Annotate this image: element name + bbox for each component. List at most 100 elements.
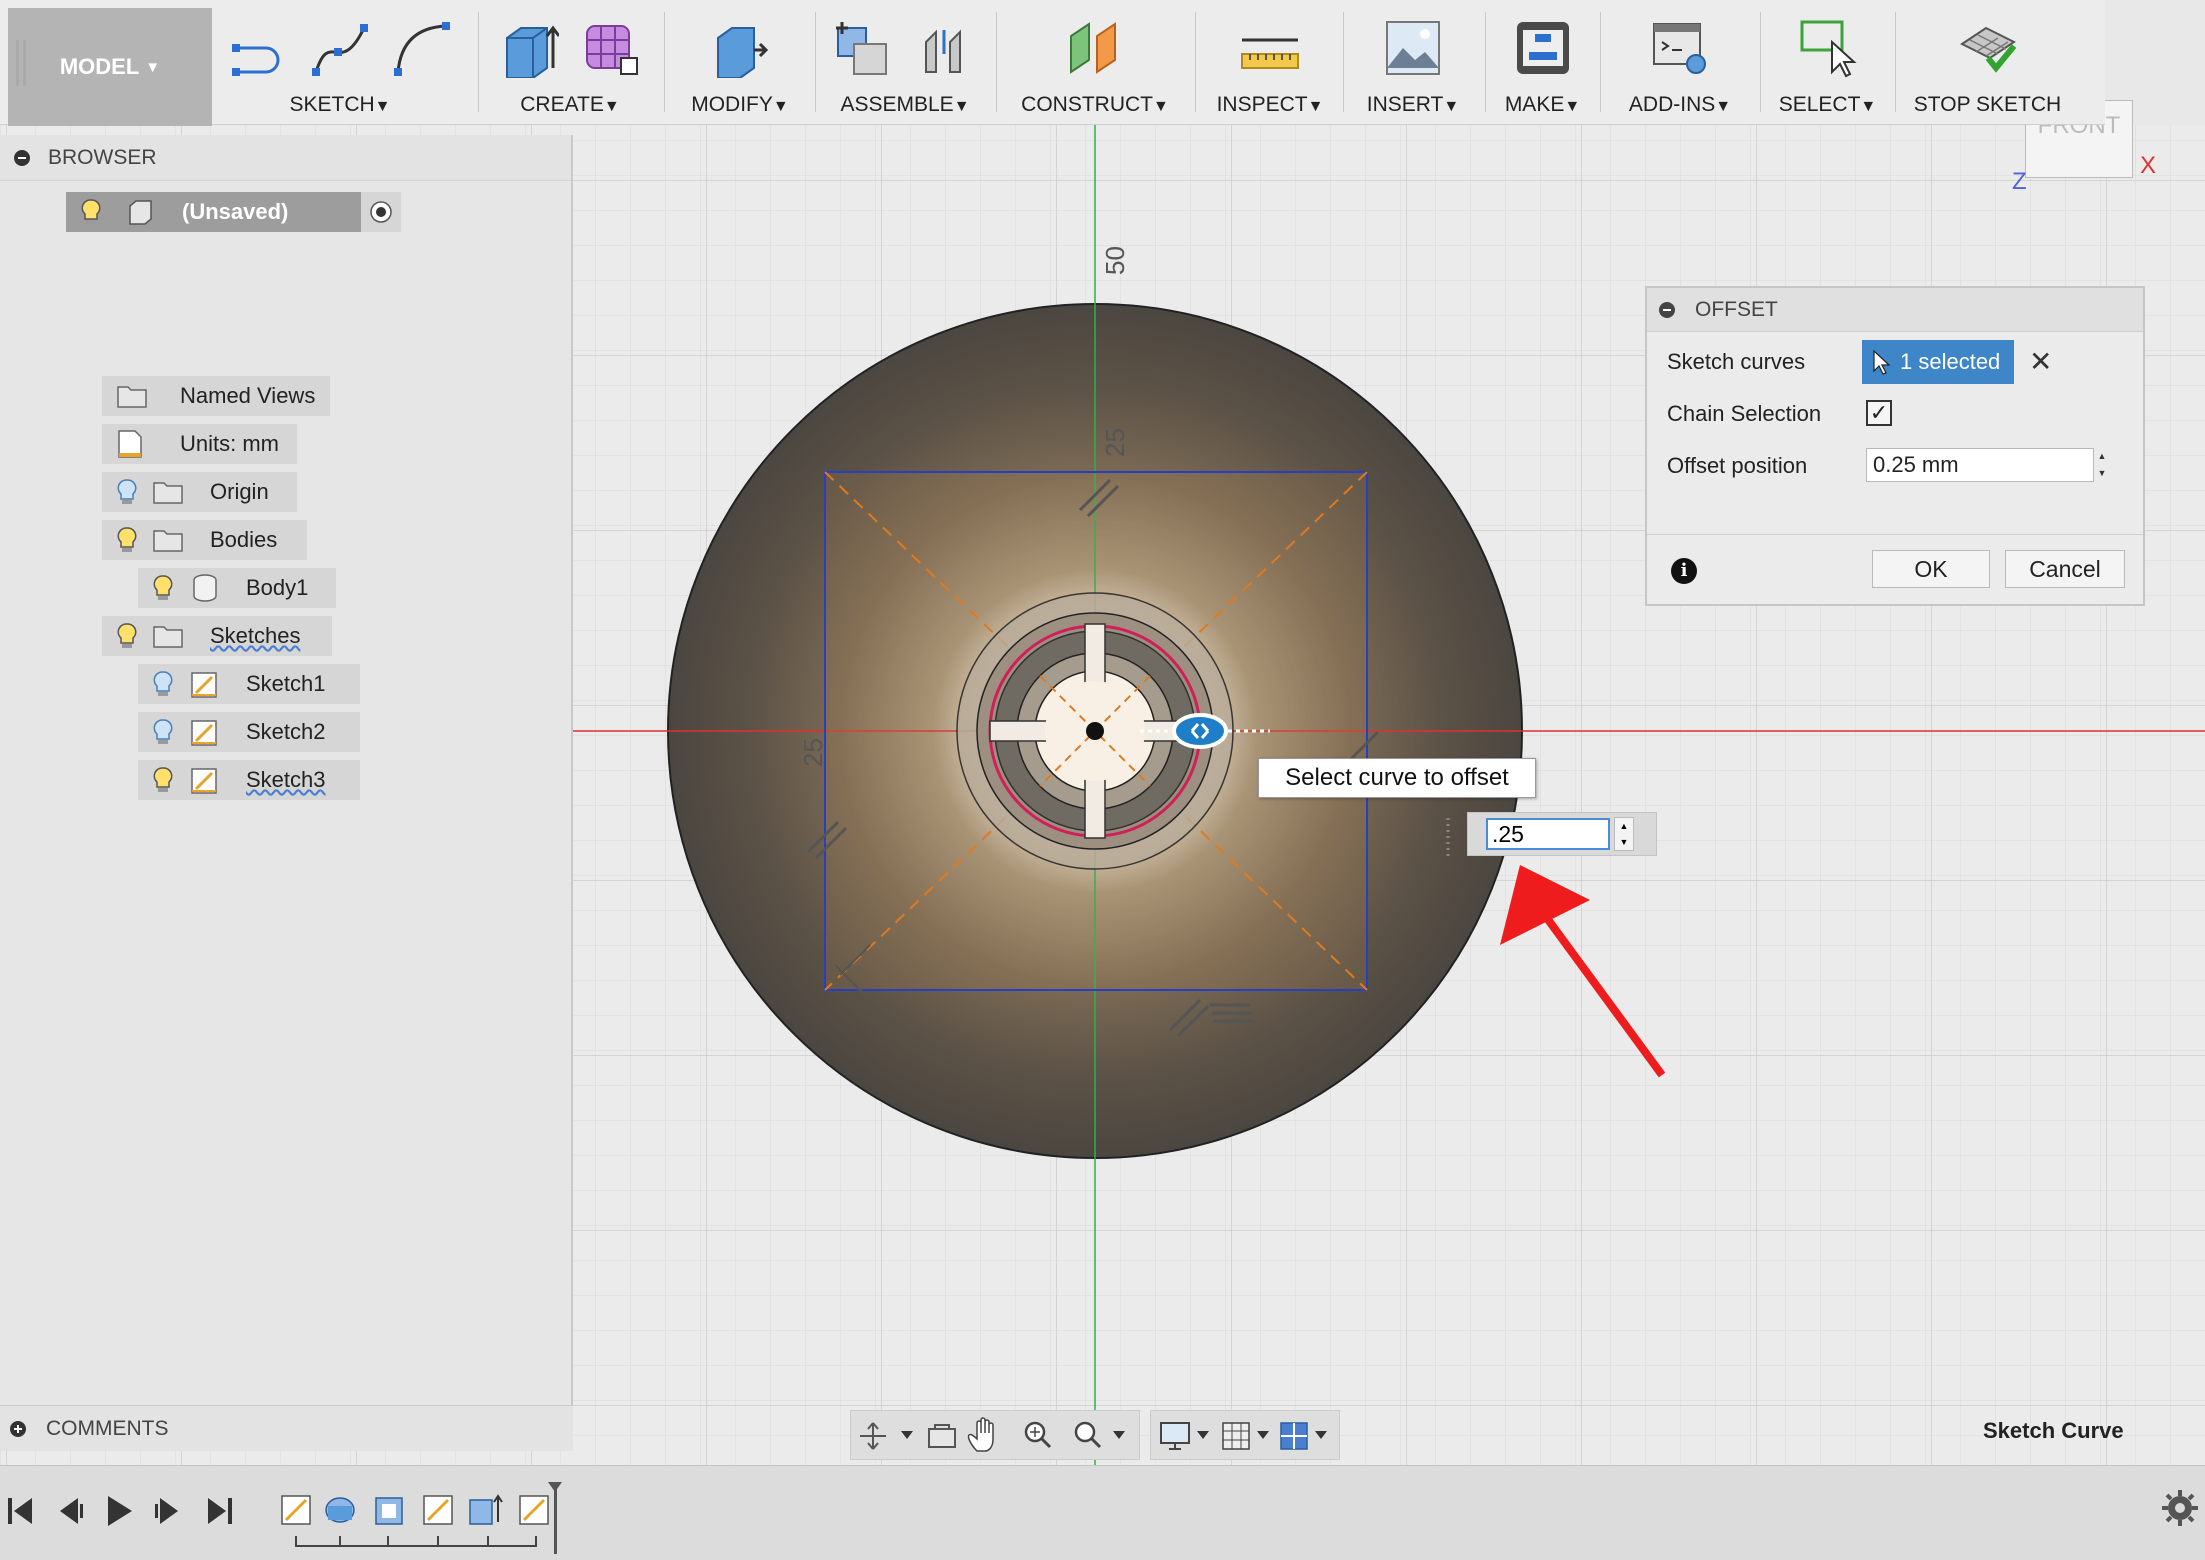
insert-image-icon[interactable] <box>1383 18 1443 78</box>
timeline-bar <box>0 1465 2205 1560</box>
zoom-icon[interactable] <box>1024 1421 1052 1449</box>
viewcube-axis-x: X <box>2140 152 2157 179</box>
offset-position-input[interactable]: 0.25 mm <box>1866 448 2094 482</box>
collapse-icon[interactable] <box>14 149 30 166</box>
pan-hand-icon[interactable] <box>967 1417 994 1452</box>
radio-active-icon[interactable] <box>369 200 393 224</box>
toolbar-inspect[interactable]: INSPECT▼ <box>1200 0 1340 125</box>
sketch-icon <box>191 720 217 746</box>
offset-drag-handle[interactable] <box>1172 713 1228 749</box>
browser-item-sketch2[interactable]: Sketch2 <box>138 712 360 752</box>
scripts-icon[interactable] <box>1650 18 1710 78</box>
lightbulb-icon[interactable] <box>116 621 138 651</box>
lightbulb-icon[interactable] <box>152 717 174 747</box>
expand-comments-icon[interactable] <box>10 1420 26 1437</box>
window-select-icon[interactable] <box>1798 18 1858 78</box>
sketch-curves-selection-button[interactable]: 1 selected <box>1862 340 2014 384</box>
orbit-icon[interactable] <box>860 1422 913 1450</box>
viewcube-axis-z: Z <box>2012 168 2027 195</box>
offset-position-spinner[interactable]: ▲ ▼ <box>2094 448 2110 482</box>
lightbulb-icon[interactable] <box>80 197 102 227</box>
toolbar-add-ins[interactable]: ADD-INS▼ <box>1605 0 1755 125</box>
info-icon[interactable]: i <box>1671 558 1697 584</box>
sketch-icon <box>191 672 217 698</box>
browser-header[interactable]: BROWSER <box>0 135 571 181</box>
timeline-extrude-icon[interactable] <box>469 1494 503 1525</box>
toolbar-create[interactable]: CREATE▼ <box>485 0 655 125</box>
line-tool-icon[interactable] <box>228 18 288 78</box>
lightbulb-icon[interactable] <box>152 765 174 795</box>
toolbar-insert[interactable]: INSERT▼ <box>1348 0 1478 125</box>
spline-tool-icon[interactable] <box>310 18 370 78</box>
timeline-shell-icon[interactable] <box>375 1497 403 1525</box>
browser-item-origin[interactable]: Origin <box>102 472 297 512</box>
grid-settings-icon[interactable] <box>1222 1422 1269 1450</box>
look-at-icon[interactable] <box>928 1424 956 1448</box>
timeline-marker[interactable] <box>548 1482 562 1554</box>
offset-dialog-header[interactable]: OFFSET <box>1647 288 2143 332</box>
select-curve-tooltip: Select curve to offset <box>1258 758 1536 798</box>
timeline-sketch2-icon[interactable] <box>423 1495 453 1525</box>
browser-item-sketch1[interactable]: Sketch1 <box>138 664 360 704</box>
offset-plane-icon[interactable] <box>1065 18 1125 78</box>
timeline-sketch3-icon[interactable] <box>519 1495 549 1525</box>
joint-icon[interactable] <box>916 18 976 78</box>
display-settings-icon[interactable] <box>1160 1422 1209 1450</box>
ruler-label-top-50: 50 <box>1100 246 1130 275</box>
3d-print-icon[interactable] <box>1513 18 1573 78</box>
lightbulb-icon[interactable] <box>152 573 174 603</box>
toolbar-sketch[interactable]: SKETCH▼ <box>225 0 455 125</box>
sketch-curves-label: Sketch curves <box>1667 349 1806 374</box>
viewports-icon[interactable] <box>1280 1422 1327 1450</box>
folder-icon <box>153 482 183 504</box>
zoom-window-icon[interactable] <box>1074 1421 1125 1449</box>
navigation-bar <box>850 1410 1140 1460</box>
activate-radio[interactable] <box>361 192 401 232</box>
browser-root[interactable]: (Unsaved) <box>66 192 401 232</box>
ruler-label-top-25: 25 <box>1100 428 1130 457</box>
lightbulb-icon[interactable] <box>116 477 138 507</box>
timeline-sketch1-icon[interactable] <box>281 1495 311 1525</box>
new-component-icon[interactable] <box>834 18 894 78</box>
lightbulb-icon[interactable] <box>152 669 174 699</box>
toolbar-modify[interactable]: MODIFY▼ <box>670 0 810 125</box>
cancel-button[interactable]: Cancel <box>2005 550 2125 588</box>
browser-item-named-views[interactable]: Named Views <box>102 376 330 416</box>
step-back-icon[interactable] <box>60 1498 83 1524</box>
toolbar-stop-sketch[interactable]: STOP SKETCH <box>1900 0 2075 125</box>
ok-button[interactable]: OK <box>1872 550 1990 588</box>
go-to-end-icon[interactable] <box>208 1498 232 1524</box>
step-forward-icon[interactable] <box>155 1498 178 1524</box>
clear-selection-button[interactable]: ✕ <box>2029 344 2052 380</box>
lightbulb-icon[interactable] <box>116 525 138 555</box>
browser-item-bodies[interactable]: Bodies <box>102 520 307 560</box>
go-to-start-icon[interactable] <box>8 1498 32 1524</box>
inline-offset-spinner[interactable]: ▲ ▼ <box>1614 817 1634 851</box>
browser-item-body1[interactable]: Body1 <box>138 568 336 608</box>
gear-icon[interactable] <box>2162 1490 2198 1526</box>
comments-panel[interactable]: COMMENTS <box>0 1405 573 1451</box>
browser-item-sketch3[interactable]: Sketch3 <box>138 760 360 800</box>
play-icon[interactable] <box>108 1496 132 1526</box>
arc-tool-icon[interactable] <box>392 18 452 78</box>
folder-icon <box>117 386 147 408</box>
extrude-icon[interactable] <box>499 18 559 78</box>
measure-icon[interactable] <box>1240 18 1300 78</box>
chain-selection-checkbox[interactable]: ✓ <box>1866 400 1892 426</box>
timeline-revolve-icon[interactable] <box>325 1497 355 1523</box>
folder-icon <box>153 530 183 552</box>
toolbar-assemble[interactable]: ASSEMBLE▼ <box>820 0 990 125</box>
press-pull-icon[interactable] <box>710 18 770 78</box>
stop-sketch-icon[interactable] <box>1958 18 2018 78</box>
offset-dialog: OFFSET Sketch curves 1 selected ✕ Chain … <box>1645 286 2145 606</box>
collapse-icon[interactable] <box>1659 301 1675 318</box>
browser-item-units[interactable]: Units: mm <box>102 424 297 464</box>
toolbar-construct[interactable]: CONSTRUCT▼ <box>1000 0 1190 125</box>
toolbar-select[interactable]: SELECT▼ <box>1765 0 1890 125</box>
workspace-model-button[interactable]: MODEL ▼ <box>8 8 212 126</box>
toolbar-grip[interactable] <box>16 40 26 86</box>
inline-offset-input[interactable]: .25 <box>1486 818 1610 850</box>
browser-item-sketches[interactable]: Sketches <box>102 616 332 656</box>
form-icon[interactable] <box>581 18 641 78</box>
toolbar-make[interactable]: MAKE▼ <box>1490 0 1595 125</box>
